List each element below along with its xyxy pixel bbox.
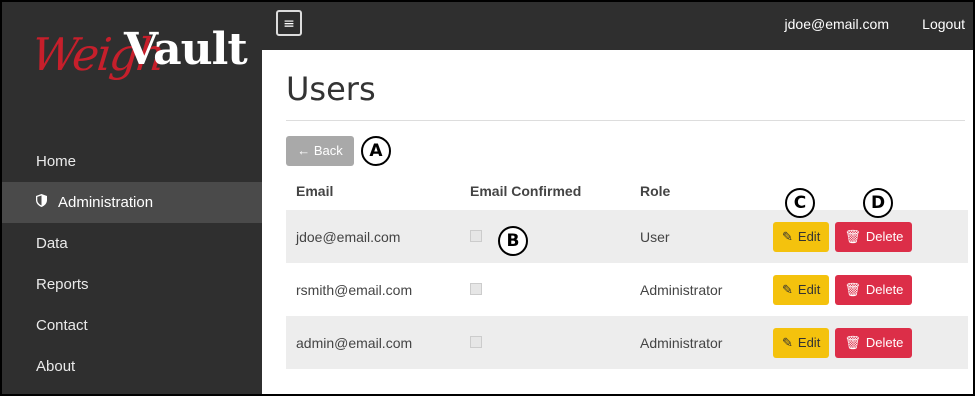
sidebar-nav: Home Administration Data Reports Contact… xyxy=(2,141,262,387)
column-header-email-confirmed: Email Confirmed xyxy=(470,183,582,199)
table-row: rsmith@email.com Administrator ✎ Edit 🗑 Del… xyxy=(286,263,968,316)
top-navbar: ≡ jdoe@email.com Logout xyxy=(262,2,973,50)
edit-label: Edit xyxy=(797,281,821,297)
cell-email-confirmed xyxy=(470,316,640,369)
page-title: Users xyxy=(286,70,376,108)
logout-link[interactable]: Logout xyxy=(922,16,965,32)
callout-d: D xyxy=(863,188,893,218)
user-email-link[interactable]: jdoe@email.com xyxy=(785,16,889,32)
sidebar-item-label: Contact xyxy=(36,317,88,334)
sidebar-item-administration[interactable]: Administration xyxy=(2,182,262,223)
cell-email: rsmith@email.com xyxy=(296,281,413,298)
cell-actions: ✎ Edit 🗑 Delete xyxy=(773,263,968,316)
edit-button[interactable]: ✎ Edit xyxy=(773,274,830,305)
trash-icon: 🗑 xyxy=(844,334,861,350)
edit-button[interactable]: ✎ Edit xyxy=(773,221,830,252)
shield-icon xyxy=(36,182,48,223)
logo-vault: Vault xyxy=(124,24,248,75)
edit-label: Edit xyxy=(797,228,821,244)
callout-c: C xyxy=(785,188,815,218)
main-content: Users ← Back A Email Email Confirmed Rol… xyxy=(262,50,973,394)
logo: Weigh Vault xyxy=(26,18,248,108)
delete-button[interactable]: 🗑 Delete xyxy=(835,221,913,252)
cell-role: User xyxy=(640,210,773,263)
cell-email-confirmed xyxy=(470,210,640,263)
edit-icon: ✎ xyxy=(782,228,793,244)
edit-button[interactable]: ✎ Edit xyxy=(773,327,830,358)
edit-icon: ✎ xyxy=(782,281,793,297)
sidebar-item-data[interactable]: Data xyxy=(2,223,262,264)
delete-label: Delete xyxy=(865,281,904,297)
cell-email: jdoe@email.com xyxy=(286,210,470,263)
trash-icon: 🗑 xyxy=(844,281,861,297)
delete-button[interactable]: 🗑 Delete xyxy=(835,274,913,305)
sidebar-item-label: Administration xyxy=(58,194,154,211)
cell-email: admin@email.com xyxy=(286,316,470,369)
cell-role: Administrator xyxy=(640,281,723,298)
callout-a: A xyxy=(361,136,391,166)
column-header-role: Role xyxy=(640,183,671,199)
cell-actions: ✎ Edit 🗑 Delete xyxy=(773,316,968,369)
edit-label: Edit xyxy=(797,334,821,350)
app-window: Weigh Vault Home Administration Data Rep… xyxy=(0,0,975,396)
sidebar-item-contact[interactable]: Contact xyxy=(2,305,262,346)
hamburger-icon: ≡ xyxy=(283,16,295,32)
cell-role: Administrator xyxy=(640,316,773,369)
email-confirmed-checkbox xyxy=(470,229,482,242)
table-row: admin@email.com Administrator ✎ Edit 🗑 Dele… xyxy=(286,316,968,369)
column-header-email: Email xyxy=(296,183,334,199)
cell-email-confirmed xyxy=(470,263,640,316)
sidebar-item-label: Data xyxy=(36,235,68,252)
email-confirmed-checkbox xyxy=(470,282,482,295)
sidebar-item-reports[interactable]: Reports xyxy=(2,264,262,305)
cell-actions: ✎ Edit 🗑 Delete xyxy=(773,210,968,263)
sidebar-item-about[interactable]: About xyxy=(2,346,262,387)
sidebar: Weigh Vault Home Administration Data Rep… xyxy=(2,2,262,394)
sidebar-item-label: About xyxy=(36,358,76,375)
edit-icon: ✎ xyxy=(782,334,793,350)
sidebar-item-label: Home xyxy=(36,153,77,170)
delete-label: Delete xyxy=(865,228,904,244)
trash-icon: 🗑 xyxy=(844,228,861,244)
email-confirmed-checkbox xyxy=(470,335,482,348)
delete-label: Delete xyxy=(865,334,904,350)
sidebar-item-home[interactable]: Home xyxy=(2,141,262,182)
sidebar-item-label: Reports xyxy=(36,276,89,293)
callout-b: B xyxy=(498,226,528,256)
delete-button[interactable]: 🗑 Delete xyxy=(835,327,913,358)
divider xyxy=(286,120,965,121)
menu-toggle-button[interactable]: ≡ xyxy=(276,10,302,36)
table-row: jdoe@email.com User ✎ Edit 🗑 Delete xyxy=(286,210,968,263)
back-button[interactable]: ← Back xyxy=(286,136,354,166)
